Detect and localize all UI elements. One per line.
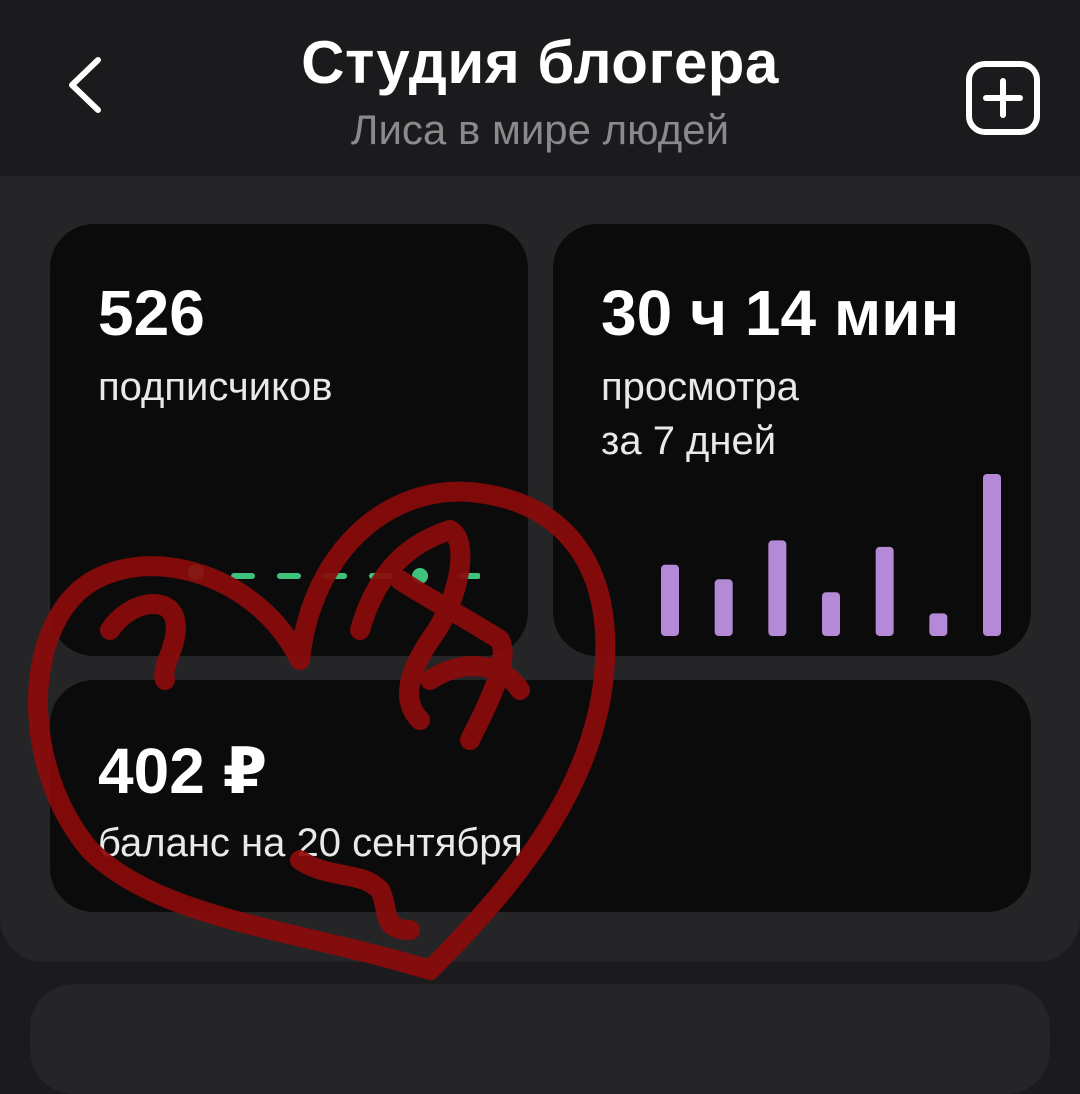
subscribers-sparkline bbox=[188, 564, 480, 584]
watch-time-value: 30 ч 14 мин bbox=[601, 277, 960, 349]
page-title: Студия блогера bbox=[301, 29, 779, 96]
subscribers-label: подписчиков bbox=[98, 365, 333, 409]
watch-time-bar-3 bbox=[768, 540, 787, 636]
next-section-panel bbox=[30, 984, 1050, 1094]
top-bar: Студия блогера Лиса в мире людей bbox=[0, 0, 1080, 176]
watch-time-bar-6 bbox=[929, 613, 948, 636]
balance-value: 402 ₽ bbox=[98, 735, 268, 807]
watch-time-bar-chart bbox=[661, 474, 1001, 636]
balance-label: баланс на 20 сентября bbox=[98, 821, 523, 865]
page-subtitle: Лиса в мире людей bbox=[350, 106, 730, 153]
subscribers-card[interactable]: 526 подписчиков bbox=[50, 224, 528, 656]
add-button[interactable] bbox=[955, 50, 1051, 146]
watch-time-bar-4 bbox=[822, 592, 840, 636]
balance-card[interactable]: 402 ₽ баланс на 20 сентября bbox=[50, 680, 1031, 912]
watch-time-bar-5 bbox=[875, 546, 894, 636]
watch-time-bar-7 bbox=[983, 474, 1001, 636]
watch-time-label: просмотра за 7 дней bbox=[601, 365, 799, 463]
watch-time-card[interactable]: 30 ч 14 мин просмотра за 7 дней bbox=[553, 224, 1031, 656]
watch-time-bar-2 bbox=[714, 579, 733, 636]
plus-square-icon bbox=[966, 61, 1040, 135]
subscribers-count: 526 bbox=[98, 277, 205, 349]
watch-time-bar-1 bbox=[661, 564, 679, 636]
